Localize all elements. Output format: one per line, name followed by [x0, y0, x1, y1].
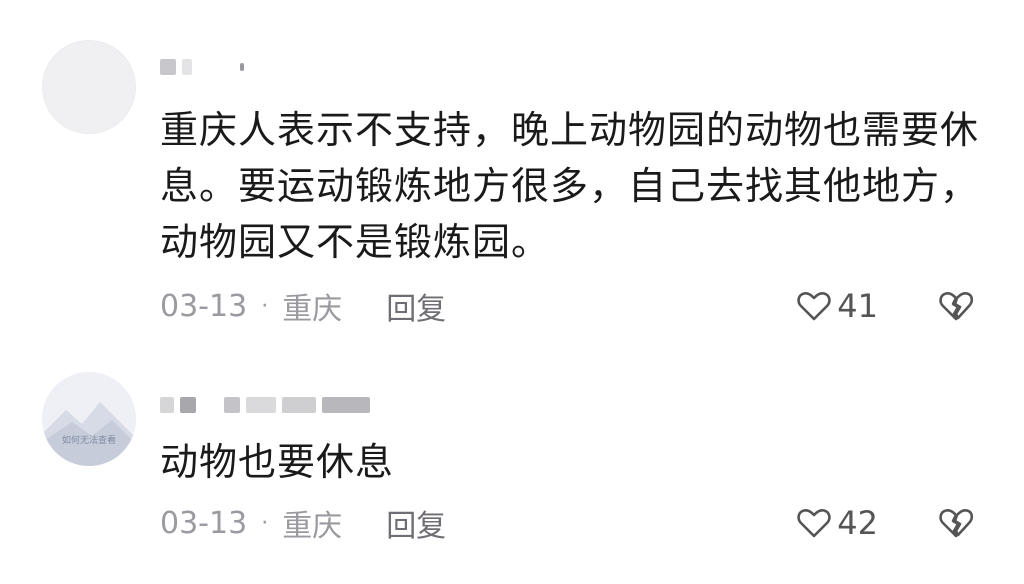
- meta-separator: ·: [261, 510, 269, 536]
- comment-location: 重庆: [282, 292, 343, 327]
- broken-heart-icon: [939, 508, 974, 538]
- like-count: 41: [837, 287, 878, 325]
- comment-location: 重庆: [282, 509, 343, 544]
- comment-item: 如何无法查看 动物也要休息 03-13 · 重庆 回复 42: [0, 350, 1024, 584]
- comment-meta: 03-13 · 重庆 回复 41: [160, 284, 974, 328]
- username-blurred[interactable]: [160, 58, 244, 76]
- reply-button[interactable]: 回复: [386, 501, 446, 545]
- avatar[interactable]: [42, 40, 136, 134]
- like-count: 42: [837, 504, 878, 542]
- like-button[interactable]: 41: [797, 287, 878, 325]
- comment-text: 动物也要休息: [160, 440, 395, 484]
- meta-separator: ·: [261, 293, 269, 319]
- comment-date: 03-13: [160, 288, 248, 324]
- username-blurred[interactable]: [160, 396, 370, 414]
- comment-date: 03-13: [160, 505, 248, 541]
- mountain-icon: [42, 372, 136, 466]
- reply-button[interactable]: 回复: [386, 284, 446, 328]
- comment-meta: 03-13 · 重庆 回复 42: [160, 501, 974, 545]
- avatar-caption: 如何无法查看: [61, 436, 116, 446]
- dislike-button[interactable]: [938, 507, 974, 539]
- heart-icon: [797, 291, 831, 321]
- comment-text: 重庆人表示不支持，晚上动物园的动物也需要休息。要运动锻炼地方很多，自己去找其他地…: [160, 108, 980, 264]
- comment-item: 重庆人表示不支持，晚上动物园的动物也需要休息。要运动锻炼地方很多，自己去找其他地…: [0, 0, 1024, 350]
- like-button[interactable]: 42: [797, 504, 878, 542]
- dislike-button[interactable]: [938, 290, 974, 322]
- avatar[interactable]: 如何无法查看: [42, 372, 136, 466]
- heart-icon: [797, 508, 831, 538]
- broken-heart-icon: [939, 291, 974, 321]
